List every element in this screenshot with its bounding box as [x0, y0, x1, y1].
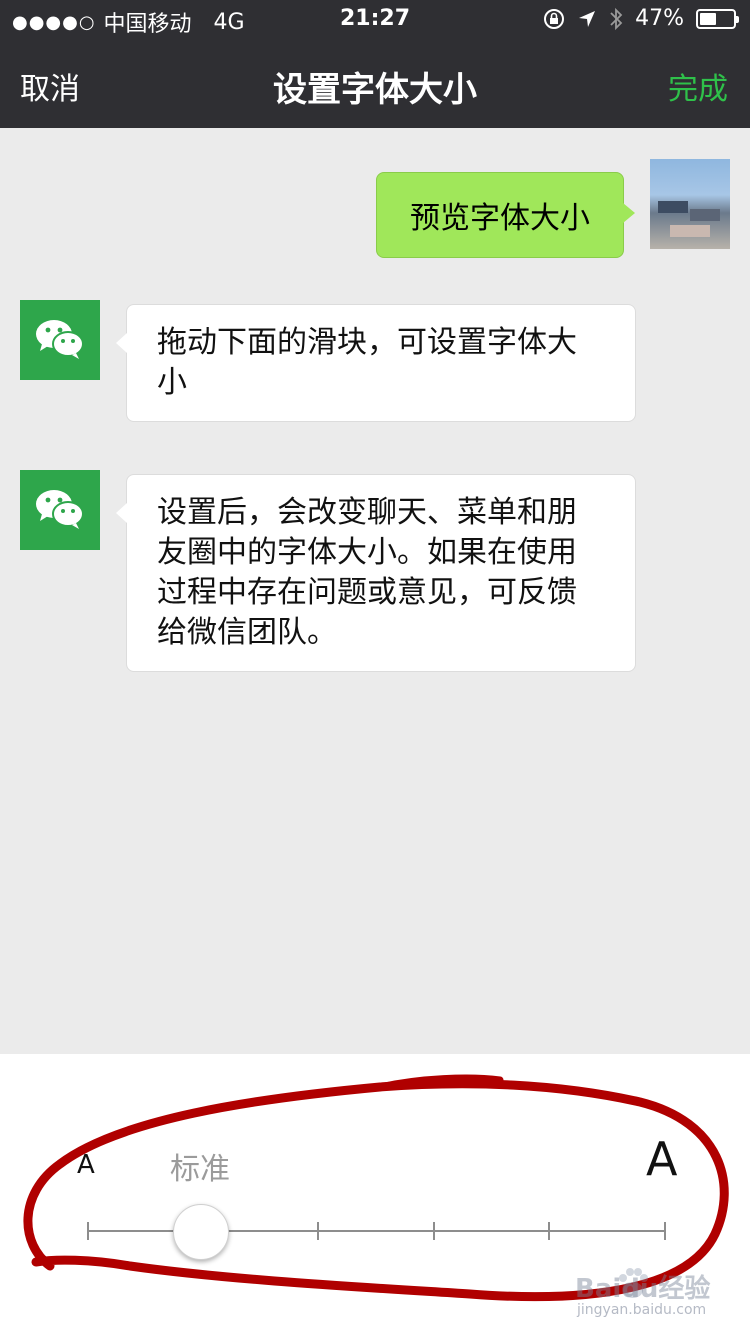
message-line: 拖动下面的滑块，可设置字体大 — [157, 325, 577, 360]
user-avatar — [650, 159, 730, 249]
done-button[interactable]: 完成 — [668, 64, 728, 108]
wechat-avatar — [20, 300, 100, 380]
my-message-bubble: 预览字体大小 — [376, 172, 635, 258]
message-line: 设置后，会改变聊天、菜单和朋 — [157, 495, 577, 530]
baidu-watermark: Baidu经验 jingyan.baidu.com — [555, 1262, 735, 1324]
status-right: 47% — [543, 6, 739, 31]
page-title: 设置字体大小 — [273, 70, 477, 110]
message-line: 小 — [157, 365, 187, 400]
battery-percent: 47% — [635, 6, 684, 31]
status-bar: ●●●●○ 中国移动 4G 21:27 47% — [0, 0, 750, 40]
rotation-lock-icon — [544, 8, 565, 29]
message-line: 友圈中的字体大小。如果在使用 — [157, 535, 577, 570]
chat-preview: 预览字体大小 拖动下面的滑块，可设置字体大 小 设置后，会改变聊天、菜单和朋 友… — [0, 128, 750, 1054]
message-line: 过程中存在问题或意见，可反馈 — [157, 575, 577, 610]
wechat-avatar — [20, 470, 100, 550]
battery-icon — [696, 8, 739, 29]
system-message-bubble: 设置后，会改变聊天、菜单和朋 友圈中的字体大小。如果在使用 过程中存在问题或意见… — [116, 474, 636, 672]
system-message-bubble: 拖动下面的滑块，可设置字体大 小 — [116, 304, 636, 422]
bluetooth-icon — [610, 7, 623, 30]
location-arrow-icon — [579, 10, 596, 27]
wechat-logo-icon — [36, 490, 84, 529]
my-message-text: 预览字体大小 — [410, 201, 590, 236]
watermark-url: jingyan.baidu.com — [577, 1302, 707, 1318]
wechat-logo-icon — [36, 320, 84, 359]
watermark-brand: Baidu经验 — [575, 1274, 711, 1304]
nav-bar: 取消 设置字体大小 完成 — [0, 40, 750, 128]
message-line: 给微信团队。 — [157, 615, 337, 650]
